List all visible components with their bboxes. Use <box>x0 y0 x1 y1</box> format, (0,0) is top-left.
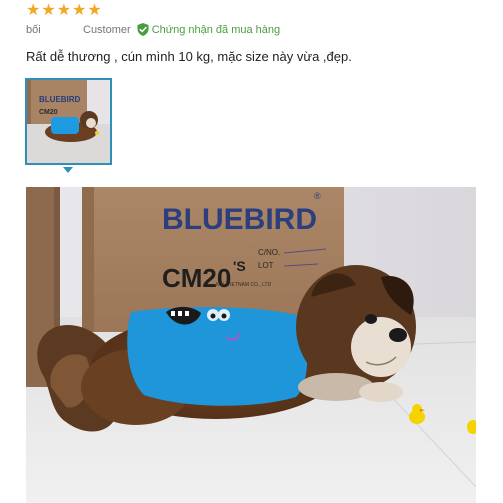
rating-stars: ★ ★ ★ ★ ★ <box>26 3 102 19</box>
star-icon: ★ <box>26 2 41 19</box>
verified-badge: Chứng nhận đã mua hàng <box>137 23 280 36</box>
star-icon: ★ <box>41 2 56 19</box>
box-reg-mark: ® <box>314 191 321 201</box>
thumbnail-pointer <box>63 167 73 173</box>
review-role: Customer <box>83 23 131 36</box>
thumb-box-brand: BLUEBIRD <box>39 95 81 104</box>
box-brand: BLUEBIRD <box>162 203 317 236</box>
star-icon: ★ <box>87 2 102 19</box>
box-footer: K.B. VIETNAM CO., LTD <box>216 282 272 288</box>
review-photo[interactable]: BLUEBIRD ® CM20 'S C/NO. LOT K.B. VIETNA… <box>26 187 476 503</box>
review-meta: bối Customer Chứng nhận đã mua hàng <box>26 23 280 36</box>
star-icon: ★ <box>72 2 87 19</box>
review-photo-thumbnail[interactable]: BLUEBIRD CM20 <box>25 78 112 165</box>
box-model-sup: 'S <box>233 258 246 274</box>
review-author: bối <box>26 23 41 36</box>
verified-label: Chứng nhận đã mua hàng <box>151 23 281 36</box>
verified-check-icon <box>137 23 149 36</box>
star-icon: ★ <box>56 2 72 19</box>
review-photo-image: BLUEBIRD ® CM20 'S C/NO. LOT K.B. VIETNA… <box>26 187 476 503</box>
review-text: Rất dễ thương , cún mình 10 kg, mặc size… <box>26 49 352 64</box>
box-model: CM20 <box>162 263 231 293</box>
thumb-box-model: CM20 <box>39 109 58 116</box>
box-lot: LOT <box>258 261 274 270</box>
thumbnail-image: BLUEBIRD CM20 <box>27 80 110 163</box>
box-cno: C/NO. <box>258 248 280 257</box>
